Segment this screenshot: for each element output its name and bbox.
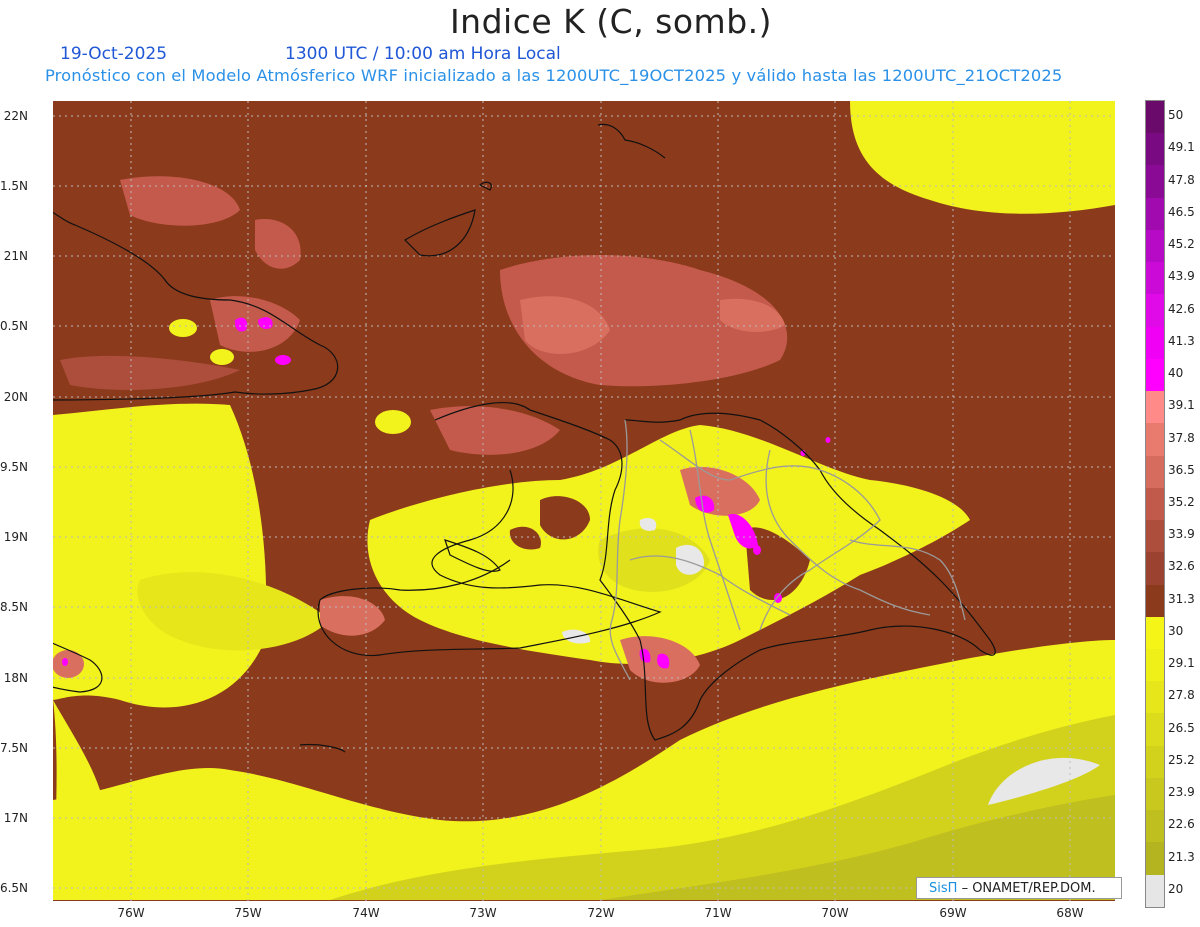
lon-tick: 74W (352, 906, 380, 920)
lon-tick: 73W (469, 906, 497, 920)
legend-bin (1146, 391, 1164, 424)
legend-bin (1146, 487, 1164, 521)
legend-label: 40 (1168, 366, 1184, 381)
legend-bin (1146, 358, 1164, 392)
yellow-blob-1 (141, 784, 175, 808)
legend-label: 43.9 (1168, 269, 1195, 284)
lat-tick: 7.5N (0, 741, 28, 755)
legend-label: 46.5 (1168, 204, 1195, 219)
legend-label: 36.5 (1168, 462, 1195, 477)
legend-bin (1146, 584, 1164, 617)
lat-tick: 9.5N (0, 460, 28, 474)
lon-tick: 69W (939, 906, 967, 920)
lon-tick: 76W (117, 906, 145, 920)
lat-tick: 22N (3, 109, 28, 123)
legend-bin (1146, 681, 1164, 714)
legend-bin (1146, 197, 1164, 230)
magenta-3 (275, 355, 291, 365)
yellow-blob-5 (1076, 660, 1088, 668)
legend-bin (1146, 552, 1164, 585)
legend-label: 47.8 (1168, 172, 1195, 187)
yellow-blob-2 (375, 410, 411, 434)
legend-label: 35.2 (1168, 495, 1195, 509)
legend-label: 45.2 (1168, 237, 1195, 252)
lon-tick: 72W (587, 906, 615, 920)
legend-label: 32.6 (1168, 559, 1195, 574)
legend-label: 31.3 (1168, 591, 1195, 606)
legend-bin (1146, 520, 1164, 553)
legend-label: 50 (1168, 108, 1184, 123)
pink-jamaica-east (53, 650, 84, 678)
lat-tick: 20N (3, 390, 28, 404)
lat-tick: 6.5N (0, 881, 28, 895)
legend-bin (1146, 713, 1164, 746)
legend-bin (1146, 165, 1164, 198)
lon-tick: 70W (821, 906, 849, 920)
legend-label: 30 (1168, 623, 1184, 638)
legend-bin (1146, 455, 1164, 488)
legend-bin (1146, 810, 1164, 843)
lat-tick: 21N (3, 249, 28, 263)
lat-tick: 18N (3, 671, 28, 685)
legend-label: 42.6 (1168, 301, 1195, 316)
legend-label: 29.1 (1168, 656, 1195, 671)
yellow-west (53, 403, 267, 708)
yellow-blob-4 (210, 349, 234, 365)
legend-label: 37.8 (1168, 430, 1195, 445)
legend-bin (1146, 745, 1164, 778)
lat-tick: 17N (3, 811, 28, 825)
magenta-6 (753, 545, 761, 555)
legend-bin (1146, 133, 1164, 166)
legend-label: 25.2 (1168, 752, 1195, 767)
magenta-11 (825, 437, 831, 443)
legend-label: 33.9 (1168, 527, 1195, 542)
lon-tick: 71W (704, 906, 732, 920)
lat-tick: 19N (3, 530, 28, 544)
legend-label: 39.1 (1168, 398, 1195, 413)
legend-label: 49.1 (1168, 140, 1195, 155)
lat-tick: 8.5N (0, 600, 28, 614)
legend-label: 21.3 (1168, 849, 1195, 864)
legend-bin (1146, 262, 1164, 295)
legend-bin (1146, 648, 1164, 682)
sispi-logo: SisΠ (929, 881, 958, 896)
lon-tick: 68W (1056, 906, 1084, 920)
legend-bin (1146, 874, 1164, 907)
legend-bin (1146, 777, 1164, 811)
legend-bin (1146, 842, 1164, 875)
legend-bin (1146, 326, 1164, 359)
lat-tick: 1.5N (0, 179, 28, 193)
lat-tick: 0.5N (0, 319, 28, 333)
map-canvas (53, 101, 1115, 901)
legend-bin (1146, 294, 1164, 327)
yellow-blob-3 (169, 319, 197, 337)
legend-bin (1146, 101, 1164, 134)
legend-label: 22.6 (1168, 817, 1195, 832)
credit-text: – ONAMET/REP.DOM. (961, 881, 1096, 896)
legend-label: 20 (1168, 881, 1184, 896)
legend-label: 23.9 (1168, 785, 1195, 800)
legend-label: 27.8 (1168, 688, 1195, 703)
legend-bin (1146, 616, 1164, 649)
legend-label: 41.3 (1168, 333, 1195, 348)
legend-bin (1146, 423, 1164, 456)
color-legend (1145, 100, 1165, 908)
lon-tick: 75W (234, 906, 262, 920)
magenta-7 (774, 593, 782, 603)
legend-label: 26.5 (1168, 720, 1195, 735)
legend-bin (1146, 229, 1164, 263)
credit-box: SisΠ – ONAMET/REP.DOM. (916, 877, 1122, 899)
magenta-10 (62, 658, 68, 666)
